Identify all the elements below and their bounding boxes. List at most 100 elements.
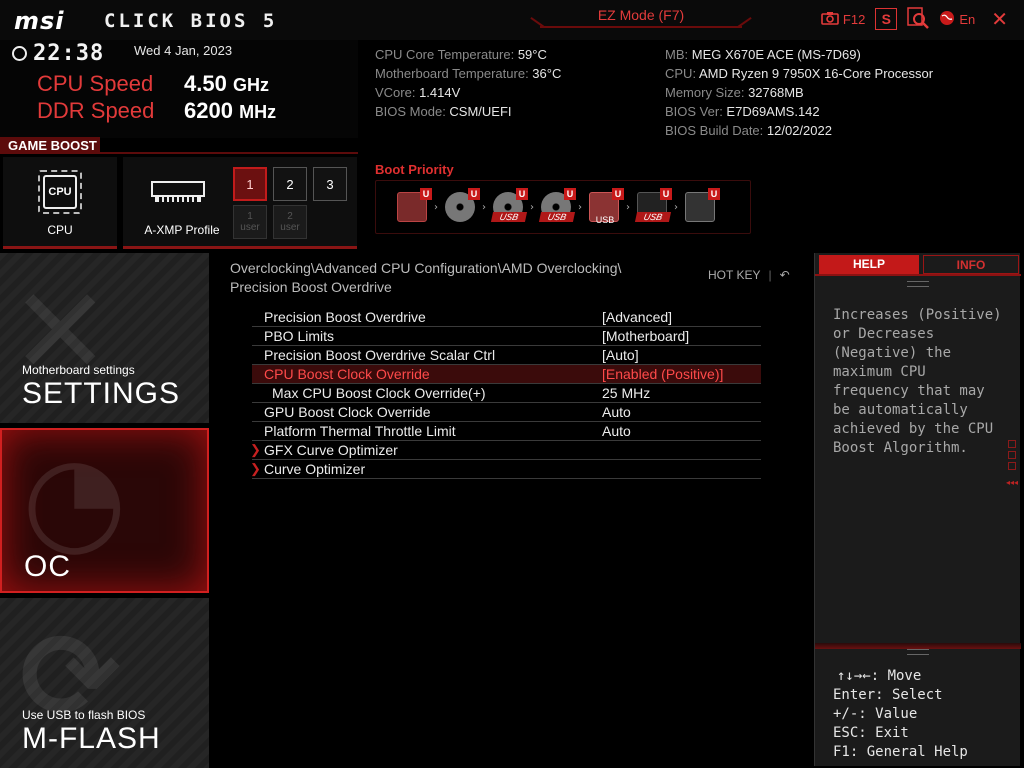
key-value: +/-: Value — [833, 706, 918, 722]
axmp-profile-2-button[interactable]: 2 — [273, 167, 307, 201]
boot-device-usb-disc-2[interactable]: U USB — [538, 188, 576, 224]
boot-device-hdd[interactable]: U — [396, 188, 432, 224]
hotkey-button[interactable]: HOT KEY — [708, 268, 760, 282]
nav-settings[interactable]: ✕ Motherboard settings SETTINGS — [0, 253, 209, 423]
axmp-profile-3-button[interactable]: 3 — [313, 167, 347, 201]
usb-label: USB — [595, 215, 615, 225]
setting-value: [Auto] — [602, 347, 639, 363]
nav-mflash[interactable]: ⟳ Use USB to flash BIOS M-FLASH — [0, 598, 209, 768]
setting-value: [Advanced] — [602, 309, 673, 325]
ddr-speed-unit: MHz — [239, 102, 277, 122]
camera-icon — [821, 11, 839, 28]
help-text: Increases (Positive) or Decreases (Negat… — [833, 307, 1002, 456]
axmp-user-1-button[interactable]: 1 user — [233, 205, 267, 239]
side-scroll-indicator[interactable] — [1008, 440, 1018, 473]
cpu-model: CPU: AMD Ryzen 9 7950X 16-Core Processor — [665, 66, 934, 81]
scroll-up-grip[interactable] — [907, 281, 929, 287]
breadcrumb: Overclocking\Advanced CPU Configuration\… — [230, 260, 622, 295]
usb-label: USB — [490, 212, 528, 222]
uefi-badge: U — [564, 188, 576, 200]
clock-icon — [12, 46, 27, 61]
arrow-icon: › — [482, 201, 486, 213]
nav-settings-title: SETTINGS — [22, 377, 181, 410]
clock-time: 22:38 — [33, 41, 105, 66]
chevron-right-icon: ❯ — [250, 442, 261, 457]
scroll-down-grip[interactable] — [907, 649, 929, 655]
language-button[interactable]: En — [939, 10, 975, 29]
search-button[interactable] — [907, 6, 930, 32]
key-f1: F1: General Help — [833, 744, 968, 760]
setting-value: Auto — [602, 423, 631, 439]
ez-mode-button[interactable]: EZ Mode (F7) — [540, 4, 742, 28]
nav-oc[interactable]: ◔ OC — [0, 428, 209, 593]
setting-value: [Enabled (Positive)] — [602, 366, 724, 382]
ddr-speed-label: DDR Speed — [37, 98, 155, 123]
clock: 22:38 — [12, 41, 104, 66]
cpu-chip-text: CPU — [48, 186, 72, 198]
axmp-profile-1-button[interactable]: 1 — [233, 167, 267, 201]
setting-label: Precision Boost Overdrive Scalar Ctrl — [264, 347, 496, 363]
uefi-badge: U — [516, 188, 528, 200]
setting-row-thermal-throttle[interactable]: Platform Thermal Throttle Limit Auto — [252, 422, 761, 441]
cpu-speed-value: 4.50 GHz — [184, 71, 269, 97]
boot-device-usb-floppy[interactable]: U USB — [634, 188, 672, 224]
key-legend: ↑↓→←: Move Enter: Select +/-: Value ESC:… — [833, 667, 1013, 762]
hotkey-bar: HOT KEY | ↶ — [708, 268, 790, 282]
bios-version: BIOS Ver: E7D69AMS.142 — [665, 104, 820, 119]
arrow-icon: › — [434, 201, 438, 213]
bios-mode: BIOS Mode: CSM/UEFI — [375, 104, 512, 119]
tab-info[interactable]: INFO — [923, 255, 1019, 274]
boot-device-network[interactable]: U — [684, 188, 720, 224]
setting-label: Platform Thermal Throttle Limit — [264, 423, 456, 439]
help-tab-underline — [815, 274, 1021, 276]
setting-row-pbo-limits[interactable]: PBO Limits [Motherboard] — [252, 327, 761, 346]
boot-device-usb-key[interactable]: U USB — [588, 188, 624, 225]
collapse-arrows-icon[interactable]: ◂◂◂ — [1006, 478, 1021, 487]
setting-row-pbo[interactable]: Precision Boost Overdrive [Advanced] — [252, 308, 761, 327]
settings-list: Precision Boost Overdrive [Advanced] PBO… — [250, 308, 761, 479]
arrow-icon: › — [674, 201, 678, 213]
usb-label: USB — [538, 212, 576, 222]
ddr-speed-number: 6200 — [184, 98, 233, 123]
topbar-icons: F12 S En ✕ — [821, 6, 1008, 32]
uefi-badge: U — [420, 188, 432, 200]
setting-label: Max CPU Boost Clock Override(+) — [272, 385, 486, 401]
uefi-badge: U — [708, 188, 720, 200]
screenshot-button[interactable]: F12 — [821, 11, 865, 28]
boot-device-usb-disc-1[interactable]: U USB — [490, 188, 528, 224]
close-icon[interactable]: ✕ — [991, 7, 1008, 32]
mb-model: MB: MEG X670E ACE (MS-7D69) — [665, 47, 861, 62]
setting-label: Precision Boost Overdrive — [264, 309, 426, 325]
clock-speed-panel: 22:38 Wed 4 Jan, 2023 CPU Speed 4.50 GHz… — [0, 40, 358, 138]
setting-row-gpu-boost-clock[interactable]: GPU Boost Clock Override Auto — [252, 403, 761, 422]
key-esc: ESC: Exit — [833, 725, 909, 741]
setting-value: [Motherboard] — [602, 328, 690, 344]
setting-row-max-cpu-boost[interactable]: Max CPU Boost Clock Override(+) 25 MHz — [252, 384, 761, 403]
cpu-speed-number: 4.50 — [184, 71, 227, 96]
setting-label: PBO Limits — [264, 328, 335, 344]
setting-row-cpu-boost-clock-override[interactable]: CPU Boost Clock Override [Enabled (Posit… — [252, 365, 761, 384]
setting-row-pbo-scalar[interactable]: Precision Boost Overdrive Scalar Ctrl [A… — [252, 346, 761, 365]
chevron-right-icon: ❯ — [250, 461, 261, 476]
setting-value: 25 MHz — [602, 385, 651, 401]
bios-build-date: BIOS Build Date: 12/02/2022 — [665, 123, 832, 138]
setting-label: GFX Curve Optimizer — [264, 442, 398, 458]
arrow-icon: › — [530, 201, 534, 213]
uefi-badge: U — [468, 188, 480, 200]
tab-help[interactable]: HELP — [819, 255, 919, 274]
boot-device-optical[interactable]: U — [444, 188, 480, 224]
submenu-gfx-curve-optimizer[interactable]: ❯ GFX Curve Optimizer — [250, 441, 761, 460]
axmp-user-2-button[interactable]: 2 user — [273, 205, 307, 239]
boot-priority-bar: U › U › U USB › U USB › U USB › U USB › … — [375, 180, 751, 234]
key-move: ↑↓→←: Move — [837, 668, 922, 684]
clock-date: Wed 4 Jan, 2023 — [134, 43, 233, 58]
system-info-left: CPU Core Temperature: 59°C Motherboard T… — [375, 45, 561, 121]
s-button[interactable]: S — [875, 8, 898, 30]
back-icon[interactable]: ↶ — [780, 268, 790, 282]
search-icon — [907, 6, 930, 32]
submenu-curve-optimizer[interactable]: ❯ Curve Optimizer — [250, 460, 761, 479]
setting-label: GPU Boost Clock Override — [264, 404, 431, 420]
vcore: VCore: 1.414V — [375, 85, 461, 100]
product-title: CLICK BIOS 5 — [104, 10, 278, 32]
screenshot-key-label: F12 — [842, 11, 866, 27]
